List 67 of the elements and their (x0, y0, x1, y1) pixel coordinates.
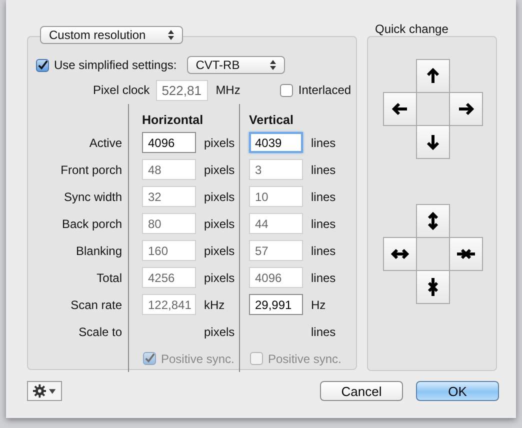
field-label: Pixel clock (93, 83, 150, 97)
row-label: Scan rate (70, 298, 122, 312)
unit-label: pixels (204, 190, 235, 204)
unit-label: pixels (204, 270, 235, 284)
number-field[interactable]: 29,991 (249, 294, 303, 315)
unit-label: pixels (204, 324, 235, 338)
number-field[interactable]: 4096 (249, 267, 303, 288)
quick-change-button[interactable] (416, 270, 450, 304)
row-label: Total (96, 270, 122, 284)
number-field[interactable]: 160 (142, 240, 196, 261)
quick-change-button[interactable] (382, 92, 416, 126)
quick-change-button[interactable] (416, 124, 450, 158)
unit-label: lines (311, 270, 336, 284)
pixel-clock-field[interactable]: 522,81 (156, 80, 208, 100)
number-field[interactable]: 32 (142, 186, 196, 207)
unit-label: MHz (216, 83, 240, 97)
unit-label: kHz (204, 298, 225, 312)
quick-change-button[interactable] (448, 236, 482, 270)
unit-label: pixels (204, 162, 235, 176)
number-field[interactable]: 44 (249, 213, 303, 234)
unit-label: pixels (204, 244, 235, 258)
quick-change-button[interactable] (416, 58, 450, 92)
dialog-button[interactable]: Cancel (320, 381, 403, 401)
unit-label: lines (311, 216, 336, 230)
unit-label: pixels (204, 216, 235, 230)
unit-label: lines (311, 162, 336, 176)
row-label: Back porch (62, 216, 122, 230)
row-label: Front porch (60, 162, 122, 176)
unit-label: Hz (311, 298, 326, 312)
quick-change-button[interactable] (416, 204, 450, 238)
number-field[interactable]: 57 (249, 240, 303, 261)
number-field[interactable]: 122,841 (142, 294, 196, 315)
timing-dropdown[interactable]: CVT-RB (186, 56, 285, 74)
number-field[interactable]: 48 (142, 159, 196, 180)
quick-change-button[interactable] (382, 236, 416, 270)
checkbox-label: Use simplified settings: (54, 58, 177, 72)
settings-button[interactable] (27, 381, 62, 401)
section-title: Quick change (374, 26, 450, 38)
settings-icon (33, 384, 46, 398)
number-field[interactable]: 3 (249, 159, 303, 180)
mode-dropdown[interactable]: Custom resolution (40, 26, 183, 44)
checkbox[interactable] (36, 58, 49, 72)
quick-change-button[interactable] (448, 92, 482, 126)
number-field[interactable]: 4096 (142, 132, 196, 153)
unit-label: lines (311, 136, 336, 150)
dialog-button[interactable]: OK (416, 381, 499, 401)
unit-label: lines (311, 244, 336, 258)
checkbox-label: Interlaced (298, 83, 352, 97)
checkbox-label: Positive sync. (161, 352, 234, 366)
number-field[interactable]: 4039 (249, 132, 303, 153)
stepper-arrows-icon (270, 60, 276, 70)
row-label: Active (89, 136, 122, 150)
unit-label: lines (311, 324, 336, 338)
row-label: Scale to (78, 324, 122, 338)
number-field[interactable]: 10 (249, 186, 303, 207)
number-field[interactable]: 4256 (142, 267, 196, 288)
number-field[interactable]: 80 (142, 213, 196, 234)
unit-label: pixels (204, 136, 235, 150)
checkbox[interactable] (280, 84, 294, 96)
row-label: Blanking (76, 244, 122, 258)
stepper-arrows-icon (168, 30, 174, 40)
checkbox-label: Positive sync. (268, 352, 342, 366)
column-header: Horizontal (142, 112, 204, 129)
row-label: Sync width (64, 190, 122, 204)
column-header: Vertical (249, 112, 294, 129)
caret-icon (49, 388, 56, 394)
unit-label: lines (311, 190, 336, 204)
